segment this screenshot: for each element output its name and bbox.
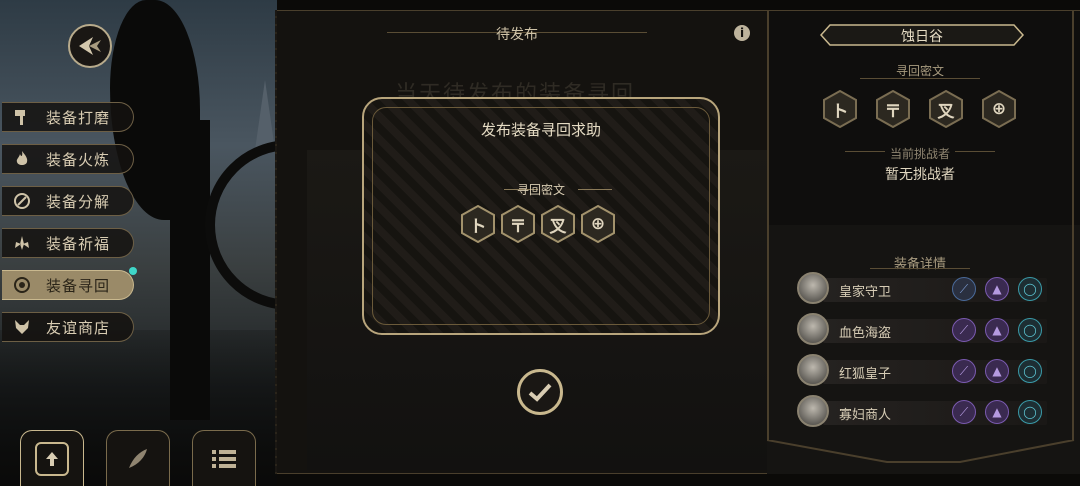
tab-publish[interactable] <box>20 430 84 486</box>
frame-top <box>277 10 1080 11</box>
character-row[interactable]: 红狐皇子 ⟋ ▲ ◯ <box>797 354 1047 388</box>
flame-icon <box>12 149 32 169</box>
menu-item-blessing[interactable]: 装备祈福 <box>2 228 134 258</box>
character-row[interactable]: 寡妇商人 ⟋ ▲ ◯ <box>797 395 1047 429</box>
armor-slot[interactable]: ▲ <box>985 277 1009 301</box>
right-cipher-glyph-2: 〒 <box>875 90 911 128</box>
cipher-glyph-2: 〒 <box>500 205 536 243</box>
armor-slot[interactable]: ▲ <box>985 318 1009 342</box>
list-icon <box>212 449 236 468</box>
ring-slot[interactable]: ◯ <box>1018 400 1042 424</box>
royal-guard-avatar <box>797 272 829 304</box>
right-cipher-divider <box>860 78 980 79</box>
cipher-glyph-4: ⊕ <box>580 205 616 243</box>
right-cipher-glyph-3: 叉 <box>928 90 964 128</box>
blessing-icon <box>12 233 32 253</box>
ring-slot[interactable]: ◯ <box>1018 277 1042 301</box>
right-border-left <box>767 10 769 440</box>
challenger-label: 当前挑战者 <box>889 147 950 161</box>
character-row[interactable]: 皇家守卫 ⟋ ▲ ◯ <box>797 272 1047 306</box>
details-label: 装备详情 <box>893 257 946 272</box>
right-cipher-glyph-4: ⊕ <box>981 90 1017 128</box>
disassemble-icon <box>12 191 32 211</box>
character-name: 寡妇商人 <box>839 408 892 423</box>
menu-item-retrieve[interactable]: 装备寻回 <box>2 267 137 300</box>
challenger-divider-right <box>955 151 995 152</box>
location-name: 蚀日谷 <box>901 29 943 45</box>
character-name: 血色海盗 <box>839 326 892 341</box>
upload-icon <box>35 441 69 476</box>
back-arrow-icon <box>79 37 101 55</box>
weapon-slot[interactable]: ⟋ <box>952 400 976 424</box>
location-header: 蚀日谷 <box>820 24 1024 46</box>
menu-item-friendship-shop[interactable]: 友谊商店 <box>2 312 134 342</box>
tab-list[interactable] <box>192 430 256 486</box>
right-bottom-edge <box>766 439 1080 470</box>
character-name: 红狐皇子 <box>839 367 892 382</box>
menu-item-fire-refine[interactable]: 装备火炼 <box>2 144 134 174</box>
details-divider <box>870 268 970 269</box>
menu-item-polish[interactable]: 装备打磨 <box>2 102 134 132</box>
dialog-cipher-label: 寻回密文 <box>516 183 565 197</box>
character-row[interactable]: 血色海盗 ⟋ ▲ ◯ <box>797 313 1047 347</box>
cart-wheel <box>205 140 277 310</box>
checkmark-icon <box>528 383 552 402</box>
challenger-value: 暂无挑战者 <box>885 167 955 183</box>
target-icon <box>12 275 32 295</box>
feather-icon <box>129 448 147 468</box>
red-fox-prince-avatar <box>797 354 829 386</box>
cipher-glyph-3: 叉 <box>540 205 576 243</box>
frame-bottom <box>277 473 767 474</box>
weapon-slot[interactable]: ⟋ <box>952 318 976 342</box>
publish-dialog: 发布装备寻回求助 寻回密文 ト 〒 叉 ⊕ <box>362 97 720 335</box>
menu-item-label: 友谊商店 <box>46 318 111 337</box>
back-button[interactable] <box>68 24 112 68</box>
confirm-button[interactable] <box>517 369 563 415</box>
menu-item-label: 装备火炼 <box>46 150 111 169</box>
menu-item-label: 装备祈福 <box>46 234 111 253</box>
dialog-title: 发布装备寻回求助 <box>480 121 601 139</box>
divider-right <box>578 189 612 190</box>
right-cipher-label: 寻回密文 <box>895 64 944 78</box>
menu-item-label: 装备寻回 <box>46 276 111 295</box>
ring-slot[interactable]: ◯ <box>1018 318 1042 342</box>
widow-merchant-avatar <box>797 395 829 427</box>
info-icon[interactable]: i <box>734 25 750 41</box>
tab-feather[interactable] <box>106 430 170 486</box>
cipher-glyph-1: ト <box>460 205 496 243</box>
menu-item-disassemble[interactable]: 装备分解 <box>2 186 134 216</box>
weapon-slot[interactable]: ⟋ <box>952 277 976 301</box>
menu-item-label: 装备打磨 <box>46 108 111 127</box>
fox-icon <box>12 317 32 337</box>
hammer-icon <box>12 107 32 127</box>
character-name: 皇家守卫 <box>839 285 892 300</box>
spire <box>255 80 275 150</box>
right-cipher-glyph-1: ト <box>822 90 858 128</box>
armor-slot[interactable]: ▲ <box>985 359 1009 383</box>
crimson-pirate-avatar <box>797 313 829 345</box>
ring-slot[interactable]: ◯ <box>1018 359 1042 383</box>
weapon-slot[interactable]: ⟋ <box>952 359 976 383</box>
right-border-right <box>1072 10 1074 440</box>
menu-item-label: 装备分解 <box>46 192 111 211</box>
notification-dot <box>129 267 137 275</box>
tab-pending[interactable]: 待发布 <box>387 24 647 44</box>
armor-slot[interactable]: ▲ <box>985 400 1009 424</box>
